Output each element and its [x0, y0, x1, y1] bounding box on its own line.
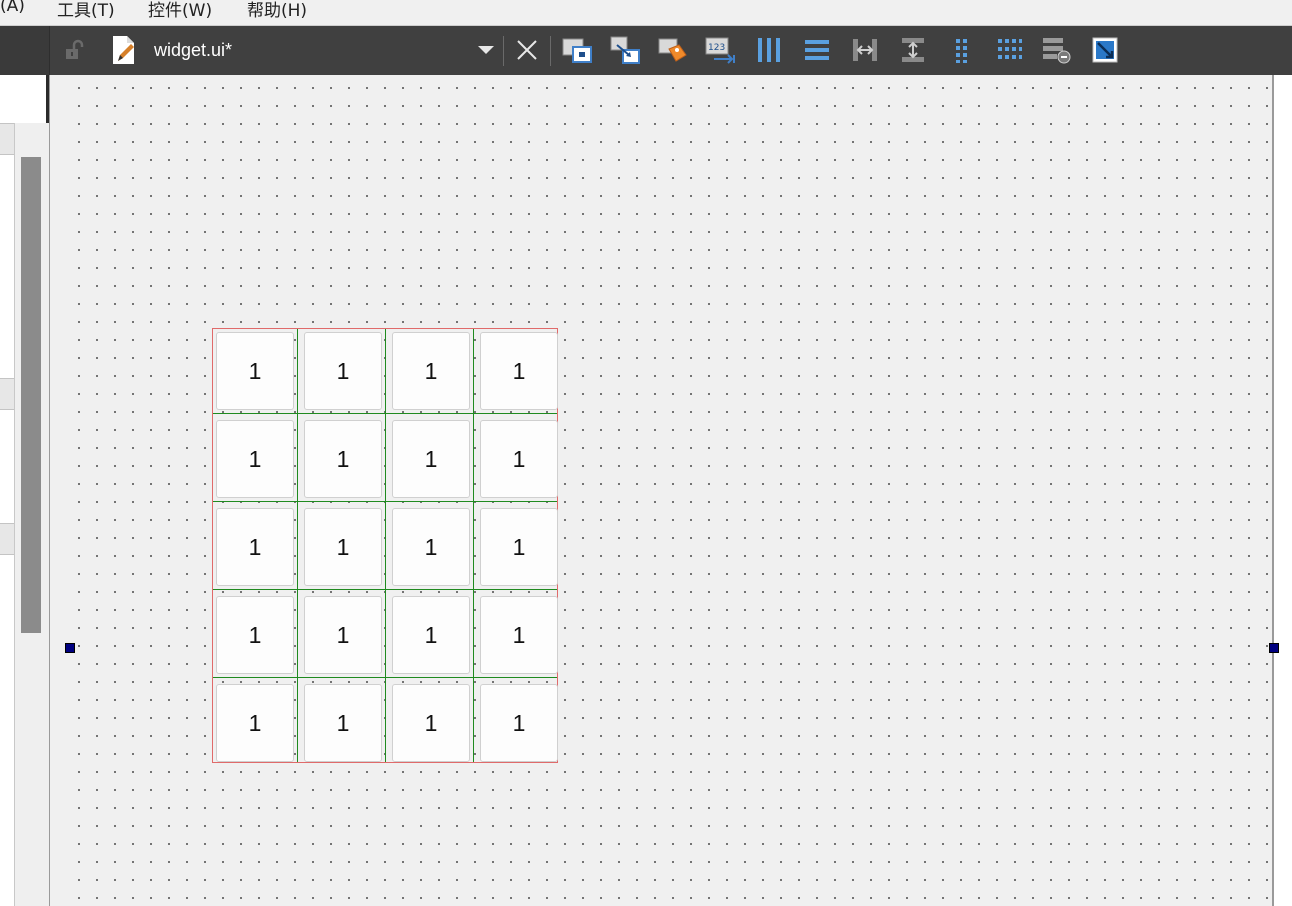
layout-form-icon[interactable] — [943, 32, 979, 68]
layout-vertical-icon[interactable] — [799, 32, 835, 68]
layout-horizontal-splitter-icon[interactable] — [847, 32, 883, 68]
grid-push-button[interactable]: 1 — [480, 508, 558, 586]
grid-push-button[interactable]: 1 — [480, 332, 558, 410]
grid-push-button[interactable]: 1 — [304, 596, 382, 674]
layout-horizontal-icon[interactable] — [751, 32, 787, 68]
panel-divider — [14, 123, 15, 906]
grid-line-horizontal — [213, 677, 557, 678]
grid-layout[interactable]: 11111111111111111111 — [212, 328, 558, 763]
grid-push-button[interactable]: 1 — [216, 596, 294, 674]
grid-push-button[interactable]: 1 — [216, 508, 294, 586]
dropdown-icon[interactable] — [470, 32, 502, 68]
toolbar-separator — [503, 36, 504, 66]
grid-push-button[interactable]: 1 — [392, 508, 470, 586]
menu-bar: (A) 工具(T) 控件(W) 帮助(H) — [0, 0, 1292, 26]
layout-vertical-splitter-icon[interactable] — [895, 32, 931, 68]
panel-section-header[interactable] — [0, 523, 15, 555]
grid-push-button[interactable]: 1 — [304, 332, 382, 410]
layout-grid-icon[interactable] — [991, 32, 1027, 68]
file-name: widget.ui* — [154, 40, 233, 60]
grid-push-button[interactable]: 1 — [392, 596, 470, 674]
grid-push-button[interactable]: 1 — [480, 420, 558, 498]
adjust-size-icon[interactable] — [1087, 32, 1123, 68]
close-icon[interactable] — [509, 32, 545, 68]
panel-section-header[interactable] — [0, 378, 15, 410]
edit-tab-order-icon[interactable]: 123 — [703, 32, 739, 68]
grid-push-button[interactable]: 1 — [480, 596, 558, 674]
grid-push-button[interactable]: 1 — [216, 684, 294, 762]
menu-item-tools[interactable]: 工具(T) — [57, 0, 115, 21]
edit-signals-slots-icon[interactable] — [607, 32, 643, 68]
editor-toolbar: widget.ui* 123 — [0, 26, 1292, 75]
grid-push-button[interactable]: 1 — [216, 332, 294, 410]
toolbar-separator — [550, 36, 551, 66]
grid-push-button[interactable]: 1 — [392, 684, 470, 762]
grid-line-horizontal — [213, 501, 557, 502]
grid-push-button[interactable]: 1 — [480, 684, 558, 762]
panel-scrollbar-thumb[interactable] — [21, 157, 41, 633]
grid-line-vertical — [385, 329, 386, 762]
grid-push-button[interactable]: 1 — [304, 684, 382, 762]
menu-item-widgets[interactable]: 控件(W) — [148, 0, 212, 21]
break-layout-icon[interactable] — [1039, 32, 1075, 68]
grid-line-vertical — [297, 329, 298, 762]
edit-buddies-icon[interactable] — [655, 32, 691, 68]
grid-push-button[interactable]: 1 — [392, 332, 470, 410]
edit-widgets-icon[interactable] — [559, 32, 595, 68]
grid-push-button[interactable]: 1 — [304, 508, 382, 586]
grid-line-horizontal — [213, 413, 557, 414]
lock-icon[interactable] — [56, 32, 92, 68]
grid-line-horizontal — [213, 589, 557, 590]
canvas-outside-area — [1274, 75, 1292, 906]
menu-item-help[interactable]: 帮助(H) — [247, 0, 307, 21]
panel-section-header[interactable] — [0, 123, 15, 155]
panel-border — [46, 75, 49, 123]
edit-file-icon — [106, 32, 142, 68]
menu-item-a[interactable]: (A) — [0, 0, 25, 16]
resize-handle-left[interactable] — [65, 643, 75, 653]
grid-push-button[interactable]: 1 — [216, 420, 294, 498]
grid-push-button[interactable]: 1 — [392, 420, 470, 498]
svg-text:123: 123 — [708, 43, 725, 53]
grid-line-vertical — [473, 329, 474, 762]
grid-push-button[interactable]: 1 — [304, 420, 382, 498]
toolbar-left-strip — [0, 26, 50, 75]
resize-handle-right[interactable] — [1269, 643, 1279, 653]
